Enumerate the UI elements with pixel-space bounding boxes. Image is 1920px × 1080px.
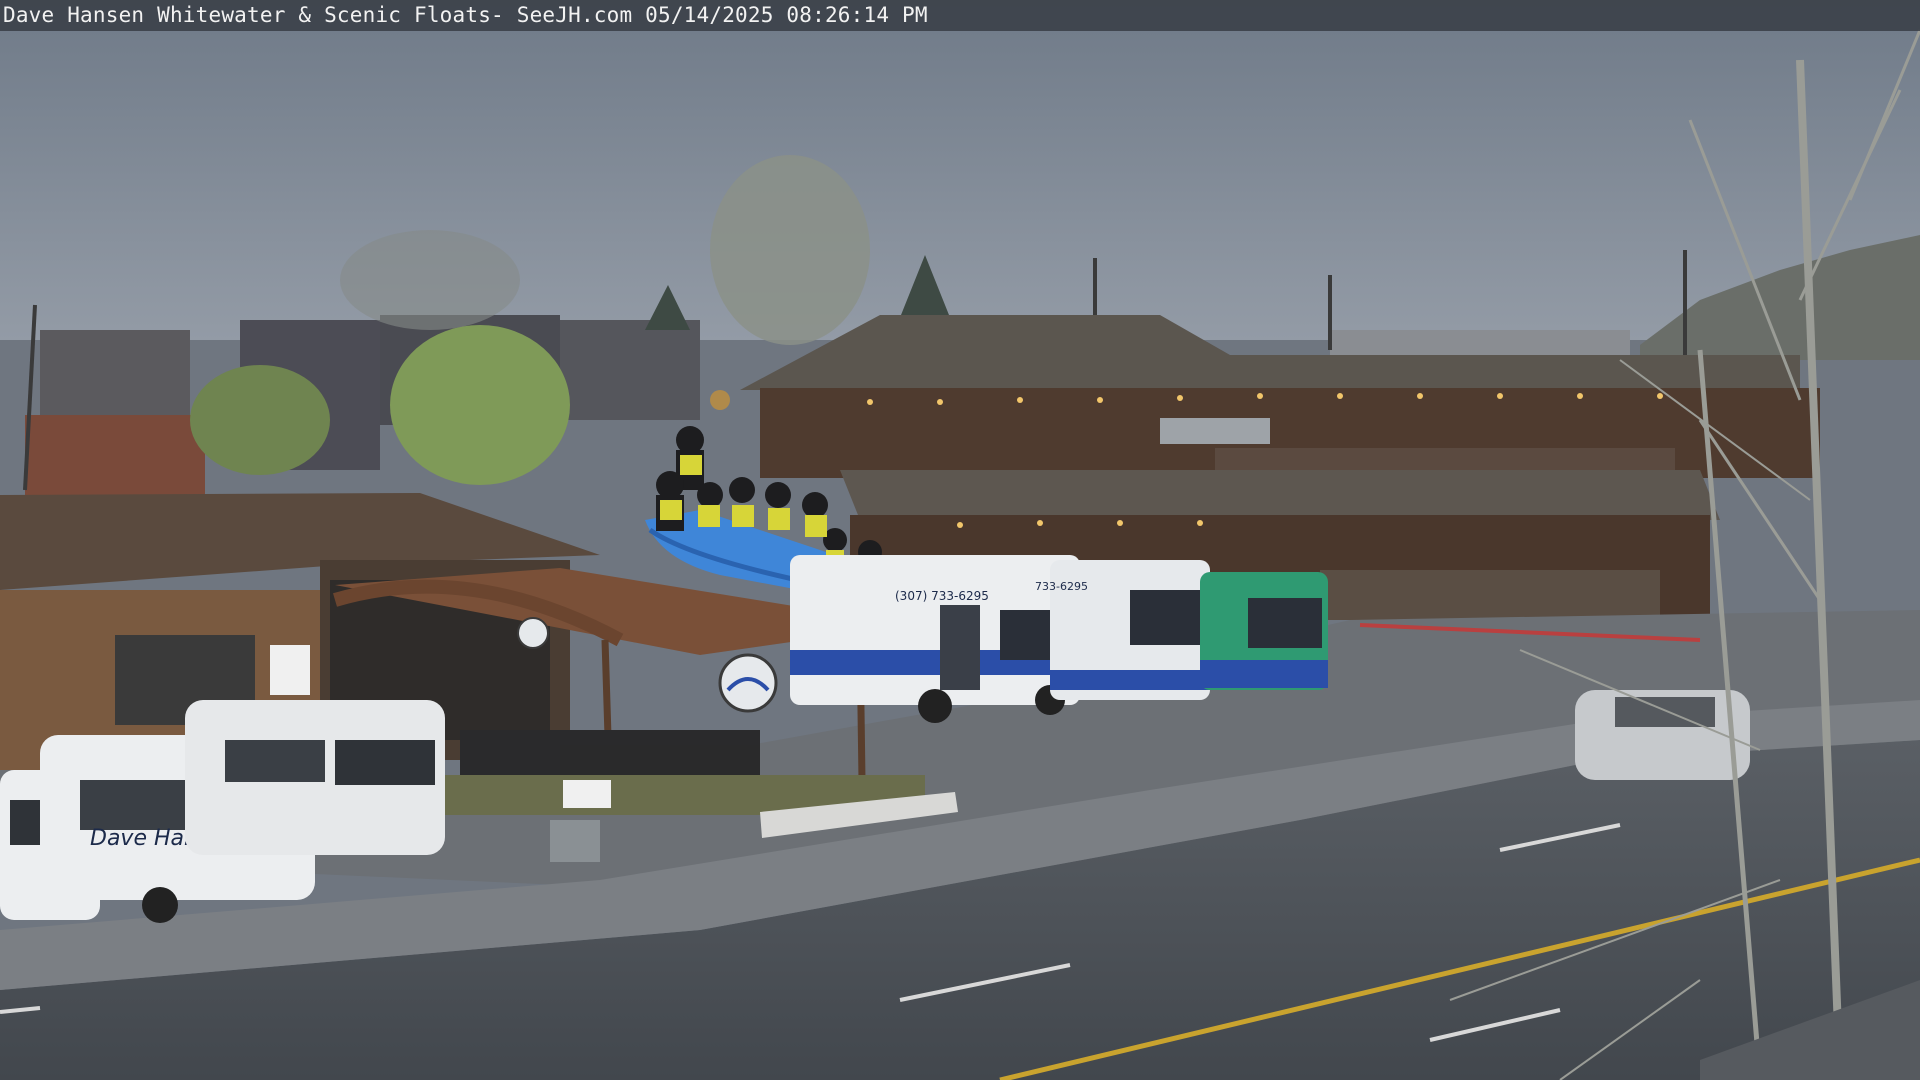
bus-phone-2: 733-6295 [1035, 580, 1088, 593]
van-right [185, 700, 445, 855]
trash-can [550, 820, 600, 862]
patio-sign [563, 780, 611, 808]
webcam-scene: (307) 733-6295 733-6295 Dave Hansen [0, 0, 1920, 1080]
timestamp-overlay: Dave Hansen Whitewater & Scenic Floats- … [0, 0, 1920, 31]
bus-white-2: 733-6295 [1035, 560, 1210, 700]
sky [0, 0, 1920, 340]
bus-phone-1: (307) 733-6295 [895, 589, 989, 603]
bus-green [1200, 572, 1328, 690]
camera-caption: Dave Hansen Whitewater & Scenic Floats- … [3, 3, 928, 27]
